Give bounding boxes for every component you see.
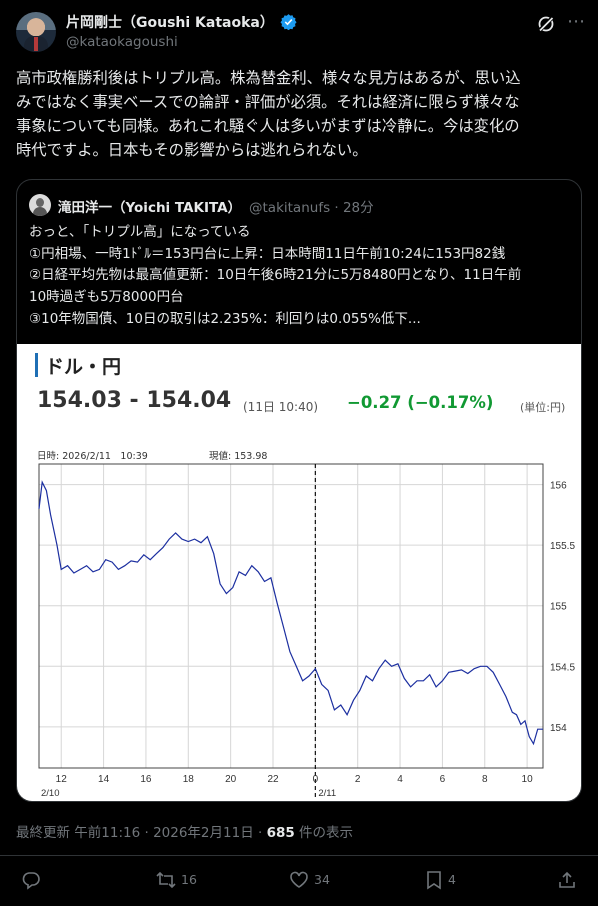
- x-tick-label: 0: [313, 774, 319, 785]
- y-tick-label: 154: [550, 723, 567, 734]
- divider: [0, 855, 598, 856]
- views-count: 685: [266, 825, 295, 841]
- bookmark-icon[interactable]: [425, 870, 443, 890]
- x-tick-label: 20: [225, 774, 237, 785]
- x-tick-label: 12: [56, 774, 68, 785]
- x-tick-label: 18: [183, 774, 195, 785]
- tweet-header: 片岡剛士（Goushi Kataoka） @kataokagoushi ⋯: [16, 10, 585, 54]
- avatar[interactable]: [16, 12, 56, 52]
- usdjpy-series-line: [38, 480, 543, 746]
- x-tick-label: 16: [140, 774, 152, 785]
- quoted-tweet[interactable]: 滝田洋一（Yoichi TAKITA） @takitanufs · 28分 おっ…: [16, 179, 582, 802]
- x-tick-label: 22: [267, 774, 279, 785]
- retweet-count: 16: [181, 872, 197, 887]
- x-tick-label: 6: [440, 774, 446, 785]
- retweet-icon[interactable]: [155, 870, 177, 890]
- more-options-icon[interactable]: ⋯: [566, 12, 586, 32]
- bookmark-count: 4: [448, 872, 456, 887]
- x-tick-label: 2: [355, 774, 361, 785]
- grok-icon[interactable]: [536, 14, 556, 34]
- like-icon[interactable]: [288, 870, 310, 890]
- tweet-text: 高市政権勝利後はトリプル高。株為替金利、様々な見方はあるが、思い込 みではなく事…: [16, 69, 521, 159]
- post-meta: 最終更新 午前11:16 · 2026年2月11日 · 685 件の表示: [16, 821, 353, 841]
- y-tick-label: 154.5: [550, 662, 575, 673]
- verified-badge-icon: [280, 14, 297, 30]
- x-tick-label: 14: [98, 774, 110, 785]
- author-handle[interactable]: @kataokagoushi: [66, 34, 178, 50]
- quoted-text: おっと、「トリプル高」になっている ①円相場、一時1ﾄﾞﾙ＝153円台に上昇：日…: [29, 224, 522, 327]
- quoted-display-name[interactable]: 滝田洋一（Yoichi TAKITA）: [58, 196, 241, 216]
- views-suffix: 件の表示: [294, 825, 354, 841]
- y-tick-label: 155: [550, 602, 567, 613]
- y-tick-label: 155.5: [550, 541, 575, 552]
- author-display-name[interactable]: 片岡剛士（Goushi Kataoka）: [66, 12, 274, 32]
- x-tick-label: 8: [482, 774, 488, 785]
- day-label: 2/11: [318, 788, 336, 799]
- quoted-handle-time[interactable]: @takitanufs · 28分: [249, 196, 374, 216]
- chart-image[interactable]: ドル・円 154.03 - 154.04 (11日 10:40) −0.27 (…: [17, 344, 581, 801]
- plot-frame: [38, 463, 544, 769]
- y-tick-label: 156: [550, 481, 567, 492]
- quoted-avatar[interactable]: [29, 194, 51, 216]
- share-icon[interactable]: [557, 870, 577, 890]
- x-tick-label: 4: [397, 774, 403, 785]
- reply-icon[interactable]: [21, 870, 41, 890]
- like-count: 34: [314, 872, 330, 887]
- price-chart: 154 154.5 155 155.5 156 12 14 16 18 20 22 0 2 4 6 8 10 2/…: [38, 463, 575, 799]
- day-label: 2/10: [41, 788, 60, 799]
- post-timestamp[interactable]: 最終更新 午前11:16 · 2026年2月11日 ·: [16, 825, 267, 841]
- x-tick-label: 10: [522, 774, 534, 785]
